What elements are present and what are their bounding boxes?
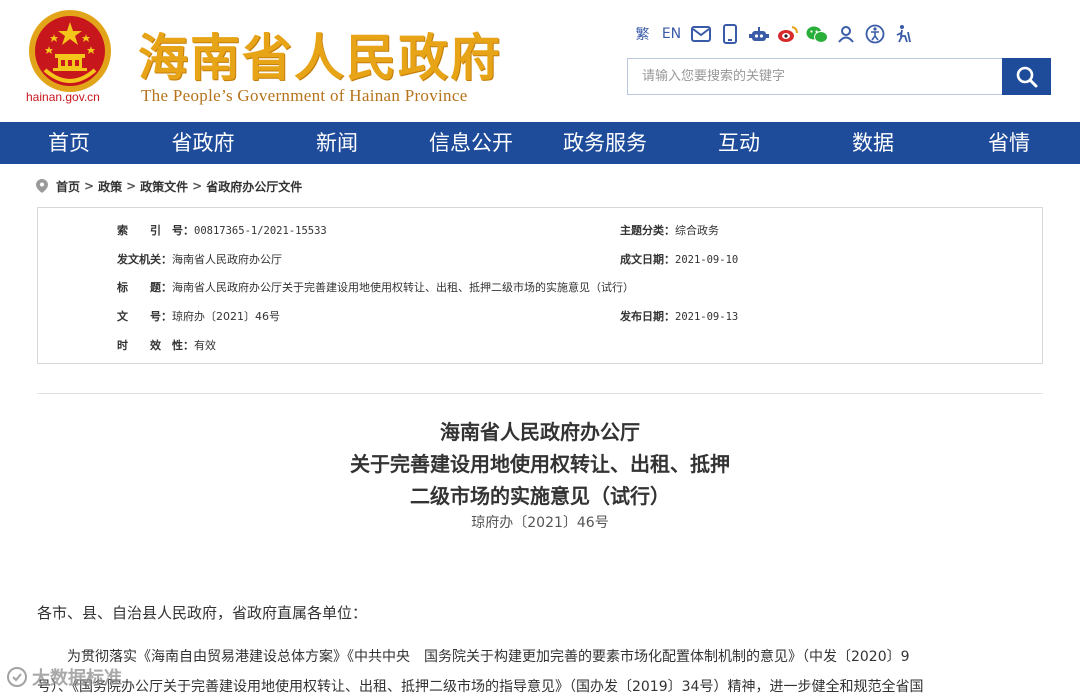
document-title-line-3: 二级市场的实施意见（试行） xyxy=(410,484,670,508)
accessibility-icon[interactable] xyxy=(860,22,889,46)
nav-item-home[interactable]: 首页 xyxy=(48,122,90,164)
watermark: 大数据标准 xyxy=(6,664,122,690)
document-title-line-2: 关于完善建设用地使用权转让、出租、抵押 xyxy=(350,452,730,476)
mail-icon[interactable] xyxy=(686,22,715,46)
nav-item-interaction[interactable]: 互动 xyxy=(718,122,760,164)
robot-icon[interactable] xyxy=(744,22,773,46)
section-divider xyxy=(37,393,1043,394)
title-value: 海南省人民政府办公厅关于完善建设用地使用权转让、出租、抵押二级市场的实施意见（试… xyxy=(172,281,634,294)
search-input[interactable] xyxy=(628,59,1002,94)
paragraph-1-line-2: 号）、《国务院办公厅关于完善建设用地使用权转让、出租、抵押二级市场的指导意见》（… xyxy=(37,679,924,695)
nav-item-gov-services[interactable]: 政务服务 xyxy=(563,122,647,164)
salutation: 各市、县、自治县人民政府，省政府直属各单位： xyxy=(37,604,368,622)
document-metadata-box: 索 引 号：00817365-1/2021-15533 主题分类：综合政务 发文… xyxy=(37,207,1043,364)
elder-mode-icon[interactable] xyxy=(889,22,918,46)
category-label: 主题分类： xyxy=(620,224,675,237)
category-row: 主题分类：综合政务 xyxy=(620,222,719,238)
national-emblem-logo[interactable] xyxy=(27,8,113,94)
traditional-chinese-link[interactable]: 繁 xyxy=(628,22,657,46)
category-value: 综合政务 xyxy=(675,224,719,237)
breadcrumb-policy[interactable]: 政策 xyxy=(98,178,122,195)
index-row: 索 引 号：00817365-1/2021-15533 xyxy=(117,222,327,238)
domain-label: hainan.gov.cn xyxy=(26,90,100,104)
breadcrumb-office-docs[interactable]: 省政府办公厅文件 xyxy=(206,178,302,195)
main-nav: 首页 省政府 新闻 信息公开 政务服务 互动 数据 省情 xyxy=(0,122,1080,164)
weibo-icon[interactable] xyxy=(773,22,802,46)
docno-row: 文 号：琼府办〔2021〕46号 xyxy=(117,308,280,324)
docno-value: 琼府办〔2021〕46号 xyxy=(172,310,280,323)
paragraph-1-line-1: 为贯彻落实《海南自由贸易港建设总体方案》《中共中央 国务院关于构建更加完善的要素… xyxy=(67,649,910,665)
issuer-label: 发文机关： xyxy=(117,253,172,266)
top-toolbar: 繁 EN xyxy=(628,22,918,46)
issuer-value: 海南省人民政府办公厅 xyxy=(172,253,282,266)
breadcrumb-home[interactable]: 首页 xyxy=(56,178,80,195)
document-title-line-1: 海南省人民政府办公厅 xyxy=(440,420,640,444)
index-label: 索 引 号： xyxy=(117,224,194,237)
nav-item-data[interactable]: 数据 xyxy=(852,122,894,164)
publish-date-value: 2021-09-13 xyxy=(675,311,739,323)
search-icon xyxy=(1016,66,1037,87)
title-label: 标 题： xyxy=(117,281,172,294)
nav-item-provincial-government[interactable]: 省政府 xyxy=(172,122,235,164)
breadcrumb: 首页 > 政策 > 政策文件 > 省政府办公厅文件 xyxy=(36,176,302,196)
nav-item-news[interactable]: 新闻 xyxy=(316,122,358,164)
issuer-row: 发文机关：海南省人民政府办公厅 xyxy=(117,251,282,267)
breadcrumb-separator: > xyxy=(192,179,203,193)
validity-label: 时 效 性： xyxy=(117,339,194,352)
english-link[interactable]: EN xyxy=(657,22,686,46)
mobile-icon[interactable] xyxy=(715,22,744,46)
breadcrumb-separator: > xyxy=(126,179,137,193)
user-icon[interactable] xyxy=(831,22,860,46)
written-date-row: 成文日期：2021-09-10 xyxy=(620,251,738,267)
title-row: 标 题：海南省人民政府办公厅关于完善建设用地使用权转让、出租、抵押二级市场的实施… xyxy=(117,279,634,295)
written-date-value: 2021-09-10 xyxy=(675,254,739,266)
publish-date-row: 发布日期：2021-09-13 xyxy=(620,308,738,324)
breadcrumb-policy-docs[interactable]: 政策文件 xyxy=(140,178,188,195)
site-subtitle: The People’s Government of Hainan Provin… xyxy=(141,86,468,105)
site-header: hainan.gov.cn 海南省人民政府 The People’s Gover… xyxy=(0,0,1080,122)
watermark-text: 大数据标准 xyxy=(32,668,122,689)
docno-label: 文 号： xyxy=(117,310,172,323)
nav-item-info-disclosure[interactable]: 信息公开 xyxy=(429,122,513,164)
location-pin-icon xyxy=(36,179,48,193)
document-number: 琼府办〔2021〕46号 xyxy=(471,515,609,531)
breadcrumb-separator: > xyxy=(84,179,95,193)
wechat-icon[interactable] xyxy=(802,22,831,46)
publish-date-label: 发布日期： xyxy=(620,310,675,323)
site-title[interactable]: 海南省人民政府 xyxy=(138,18,502,90)
watermark-logo-icon xyxy=(7,667,27,687)
search-button[interactable] xyxy=(1002,58,1051,95)
index-value: 00817365-1/2021-15533 xyxy=(194,225,327,237)
search-box xyxy=(627,58,1003,95)
validity-row: 时 效 性：有效 xyxy=(117,337,216,353)
written-date-label: 成文日期： xyxy=(620,253,675,266)
validity-value: 有效 xyxy=(194,339,216,352)
nav-item-province-overview[interactable]: 省情 xyxy=(988,122,1030,164)
